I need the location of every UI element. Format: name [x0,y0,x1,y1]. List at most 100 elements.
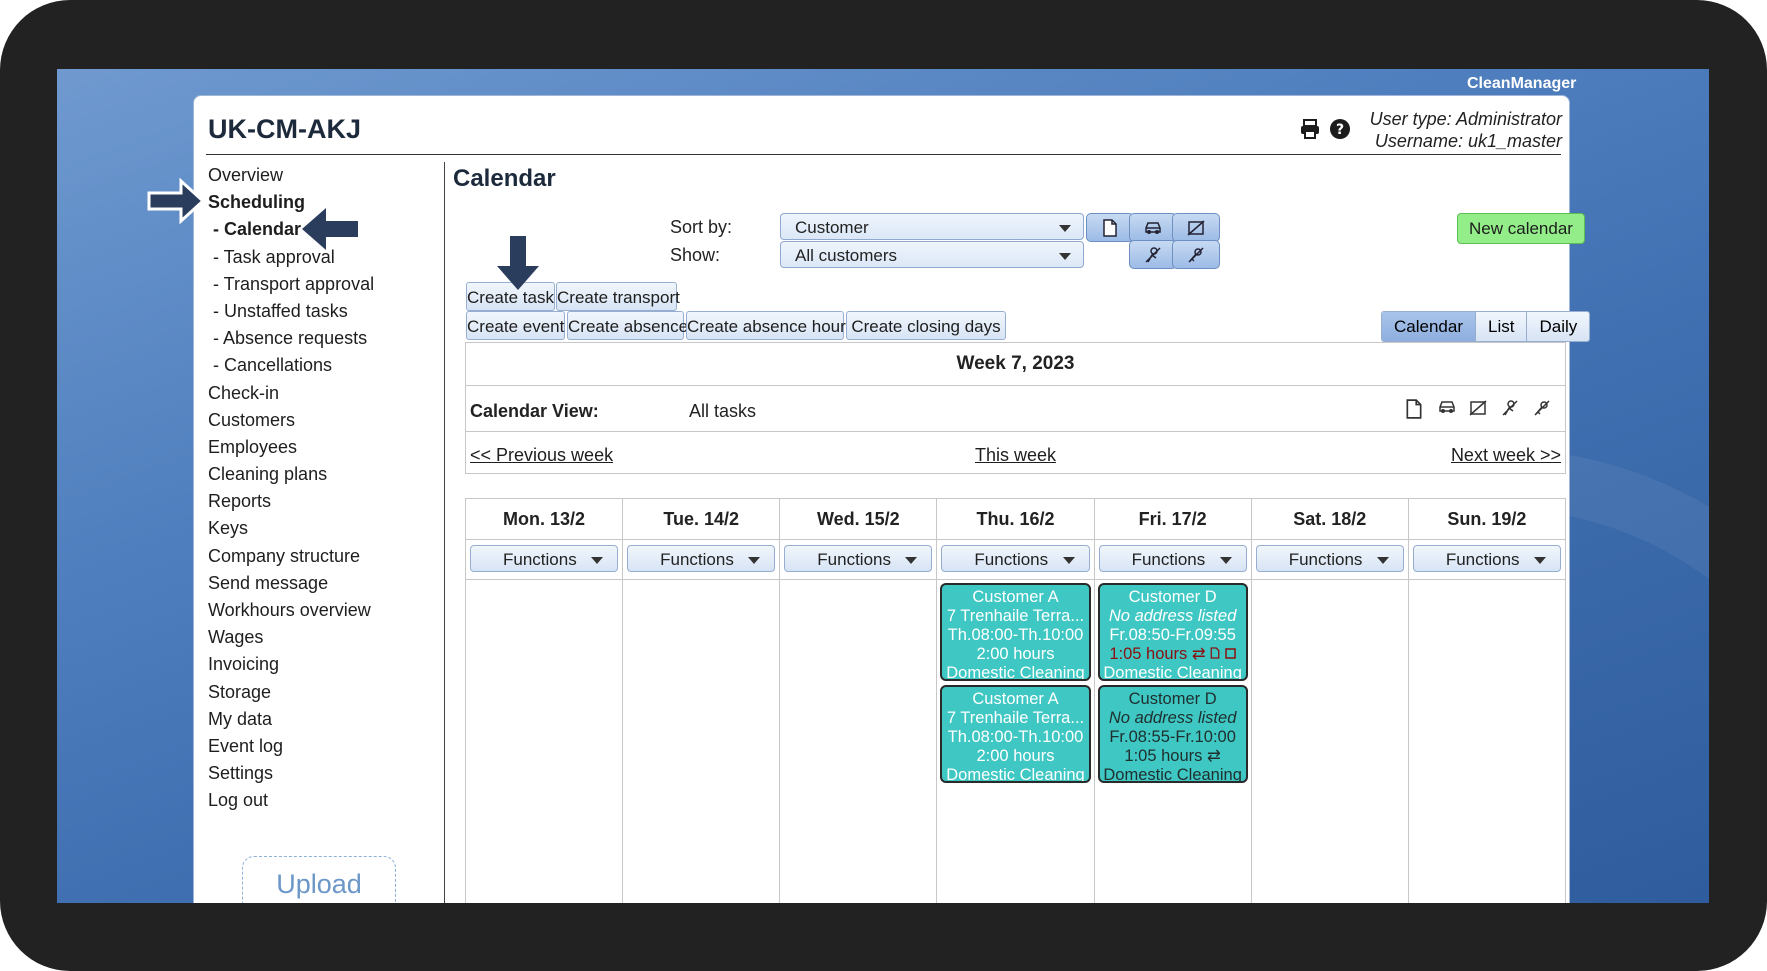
day-column-sun: Sun. 19/2 Functions [1407,499,1565,903]
sidebar-item-send-message[interactable]: Send message [208,570,448,597]
functions-dropdown[interactable]: Functions [941,545,1090,572]
functions-dropdown[interactable]: Functions [1255,545,1404,572]
task-hours-row: 1:05 hours ⇄ [1100,645,1246,664]
create-absence-button[interactable]: Create absence [567,311,688,340]
no-person-filter-button[interactable] [1129,240,1177,269]
chevron-down-icon [1533,557,1546,564]
task-hours: 2:00 hours [976,645,1055,663]
sidebar-item-customers[interactable]: Customers [208,407,448,434]
sidebar-item-reports[interactable]: Reports [208,488,448,515]
sidebar-item-invoicing[interactable]: Invoicing [208,651,448,678]
desktop-background: CleanManager UK-CM-AKJ ? User type: Admi… [57,69,1709,903]
sidebar-item-employees[interactable]: Employees [208,434,448,461]
functions-label: Functions [1445,550,1520,569]
task-card[interactable]: Customer A 7 Trenhaile Terra... Th.08:00… [940,685,1091,783]
tab-daily[interactable]: Daily [1526,312,1590,341]
sort-by-select[interactable]: Customer [780,213,1084,240]
day-column-wed: Wed. 15/2 Functions [779,499,937,903]
header-divider [206,154,1561,155]
show-select[interactable]: All customers [780,241,1084,268]
task-address: 7 Trenhaile Terra... [946,709,1085,727]
upload-button[interactable]: Upload [242,856,396,903]
no-person-icon [1145,246,1161,263]
sidebar-item-check-in[interactable]: Check-in [208,380,448,407]
functions-dropdown[interactable]: Functions [1098,545,1247,572]
divider [466,431,1565,432]
printer-icon[interactable] [1299,118,1321,140]
next-week-link[interactable]: Next week >> [1451,445,1561,466]
show-label: Show: [670,245,721,265]
divider [780,579,937,580]
no-key-filter-button[interactable] [1172,240,1220,269]
sidebar-item-storage[interactable]: Storage [208,679,448,706]
no-person-icon[interactable] [1501,399,1521,419]
chevron-down-icon [905,557,918,564]
transport-filter-button[interactable] [1129,213,1177,242]
sidebar-item-unstaffed-tasks[interactable]: - Unstaffed tasks [208,298,448,325]
car-icon[interactable] [1437,399,1457,419]
day-header: Mon. 13/2 [466,499,623,540]
sidebar-item-log-out[interactable]: Log out [208,787,448,814]
task-card[interactable]: Customer D No address listed Fr.08:55-Fr… [1097,685,1248,783]
this-week-label[interactable]: This week [975,445,1056,465]
task-hours: 1:05 hours [1124,747,1203,765]
task-customer: Customer D [1128,588,1217,606]
task-customer: Customer D [1128,690,1217,708]
sidebar-item-keys[interactable]: Keys [208,515,448,542]
document-filter-button[interactable] [1086,213,1134,242]
task-address: No address listed [1108,709,1237,727]
tab-calendar[interactable]: Calendar [1382,312,1475,341]
task-customer: Customer A [972,588,1059,606]
create-absence-hours-button[interactable]: Create absence hours [686,311,854,340]
functions-dropdown[interactable]: Functions [627,545,776,572]
brand-name: CleanManager [1467,75,1577,92]
task-type: Domestic Cleaning [946,664,1085,681]
sidebar-item-transport-approval[interactable]: - Transport approval [208,271,448,298]
create-event-button[interactable]: Create event [466,311,565,340]
no-key-icon [1188,246,1204,263]
week-panel: Week 7, 2023 Calendar View: All tasks <<… [465,342,1566,474]
day-column-mon: Mon. 13/2 Functions [466,499,623,903]
help-icon[interactable]: ? [1329,118,1351,140]
create-closing-days-button[interactable]: Create closing days [846,311,1006,340]
car-icon [1145,221,1161,234]
sidebar-item-my-data[interactable]: My data [208,706,448,733]
this-week-link[interactable]: This week [466,445,1565,466]
day-column-tue: Tue. 14/2 Functions [622,499,780,903]
create-transport-button[interactable]: Create transport [556,282,680,311]
no-document-icon[interactable] [1469,399,1489,419]
swap-icon: ⇄ [1191,645,1206,663]
task-time: Th.08:00-Th.10:00 [947,626,1084,644]
functions-label: Functions [817,550,891,569]
sidebar: Overview Scheduling - Calendar - Task ap… [208,162,448,815]
no-document-icon [1187,219,1205,236]
new-calendar-button[interactable]: New calendar [1457,213,1585,244]
task-card[interactable]: Customer A 7 Trenhaile Terra... Th.08:00… [940,583,1091,681]
no-document-filter-button[interactable] [1172,213,1220,242]
sort-by-label: Sort by: [670,217,733,237]
day-header: Tue. 14/2 [623,499,780,540]
sidebar-item-settings[interactable]: Settings [208,760,448,787]
week-title: Week 7, 2023 [466,343,1565,386]
sidebar-item-overview[interactable]: Overview [208,162,448,189]
tab-list[interactable]: List [1475,312,1527,341]
functions-label: Functions [1288,550,1363,569]
task-card[interactable]: Customer D No address listed Fr.08:50-Fr… [1097,583,1248,681]
show-value: All customers [795,246,898,265]
document-icon[interactable] [1405,399,1425,419]
sidebar-item-absence-requests[interactable]: - Absence requests [208,325,448,352]
sidebar-item-cancellations[interactable]: - Cancellations [208,352,448,379]
sidebar-item-workhours-overview[interactable]: Workhours overview [208,597,448,624]
document-icon [1103,218,1117,237]
sidebar-item-company-structure[interactable]: Company structure [208,543,448,570]
no-key-icon[interactable] [1533,399,1553,419]
functions-dropdown[interactable]: Functions [1412,545,1561,572]
day-header: Wed. 15/2 [780,499,937,540]
sidebar-item-wages[interactable]: Wages [208,624,448,651]
functions-dropdown[interactable]: Functions [784,545,933,572]
sidebar-item-cleaning-plans[interactable]: Cleaning plans [208,461,448,488]
sidebar-item-event-log[interactable]: Event log [208,733,448,760]
main-content: Calendar Sort by: Customer Show: All cus… [452,156,1591,903]
functions-dropdown[interactable]: Functions [470,545,619,572]
day-column-thu: Thu. 16/2 Functions Customer A 7 Trenhai… [936,499,1094,903]
